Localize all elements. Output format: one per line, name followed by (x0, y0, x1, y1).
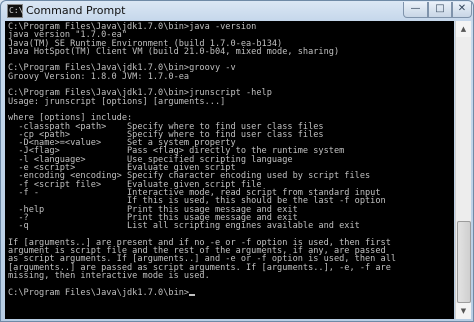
console-prompt: C:\Program Files\Java\jdk1.7.0\bin> (8, 287, 190, 298)
console-text: C:\Program Files\Java\jdk1.7.0\bin>java … (5, 21, 454, 297)
console-app-icon[interactable]: C:\ (7, 4, 23, 18)
maximize-button[interactable]: □ (428, 2, 452, 18)
close-button[interactable]: ✕ (452, 2, 472, 18)
console-line: Usage: jrunscript [options] [arguments..… (8, 96, 226, 107)
text-cursor (189, 293, 196, 296)
console-line: missing, then interactive mode is used. (8, 270, 210, 281)
window-title: Command Prompt (26, 4, 126, 17)
command-prompt-window: C:\ Command Prompt — □ ✕ C:\Program File… (0, 0, 474, 322)
vertical-scrollbar[interactable]: ▲ ▼ (455, 21, 471, 319)
console-output[interactable]: C:\Program Files\Java\jdk1.7.0\bin>java … (5, 21, 454, 319)
scrollbar-thumb[interactable] (457, 221, 471, 303)
console-line: -q List all scripting engines available … (8, 221, 360, 232)
scroll-up-button[interactable]: ▲ (456, 21, 471, 37)
console-line: Java HotSpot(TM) Client VM (build 21.0-b… (8, 46, 340, 57)
console-line: Groovy Version: 1.8.0 JVM: 1.7.0-ea (8, 71, 190, 82)
title-bar[interactable]: C:\ Command Prompt — □ ✕ (1, 1, 473, 21)
minimize-button[interactable]: — (403, 2, 428, 18)
scroll-down-button[interactable]: ▼ (456, 303, 471, 319)
